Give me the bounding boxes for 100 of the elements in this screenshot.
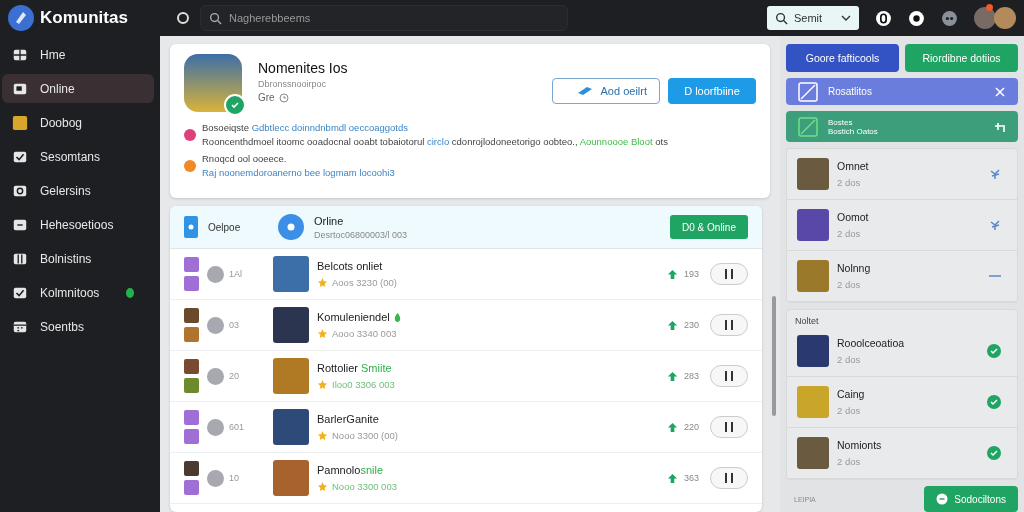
avatar-placeholder <box>273 409 309 445</box>
note-text: Rnoqcd ool ooeece. <box>202 153 288 164</box>
star-icon <box>317 277 328 288</box>
sidebar-item[interactable]: Kolmnitoos <box>2 278 154 307</box>
link[interactable]: Gdbtlecc doinndnbmdl oeccoaggotds <box>251 122 408 133</box>
thumbnail <box>184 276 199 291</box>
list-subtitle: Desrtoc06800003/l 003 <box>314 229 408 240</box>
clock-icon <box>278 92 289 103</box>
item-meta: 2 dos <box>837 228 862 239</box>
tab-label[interactable]: Oelpoe <box>208 221 268 233</box>
row-score: 220 <box>684 422 701 432</box>
check-icon[interactable] <box>987 395 1001 409</box>
item-meta: 2 dos <box>837 279 862 290</box>
card-label: Bostich Oatos <box>828 126 879 136</box>
sidebar-item[interactable]: Hehesoetioos <box>2 210 154 239</box>
user-icon <box>207 469 224 487</box>
star-icon <box>317 430 328 441</box>
filter-dropdown[interactable]: Semit <box>767 6 859 30</box>
section-title: Noltet <box>794 315 820 326</box>
pause-button[interactable] <box>710 263 748 285</box>
close-icon[interactable] <box>994 85 1006 98</box>
item-name: Nolnng <box>837 262 872 274</box>
avatar-placeholder <box>797 437 829 469</box>
sidebar-item[interactable]: Bolnistins <box>2 244 154 273</box>
pause-button[interactable] <box>710 416 748 438</box>
sidebar-item[interactable]: Gelersins <box>2 176 154 205</box>
link[interactable]: Raj noonemdoroanerno bee logmam locoohi3 <box>202 167 395 178</box>
avatar-placeholder <box>797 335 829 367</box>
arrow-icon <box>667 370 678 382</box>
target-icon[interactable] <box>908 9 925 27</box>
profile-subtitle: Dbronssnooirpoc <box>258 79 328 89</box>
sidebar-item[interactable]: Hme <box>2 40 154 69</box>
pause-button[interactable] <box>710 467 748 489</box>
row-meta: Nooo 3300 003 <box>332 481 397 492</box>
avatar-placeholder <box>273 358 309 394</box>
arrow-icon <box>667 472 678 484</box>
pause-icon <box>724 472 734 484</box>
thumbnail <box>184 410 199 425</box>
row-name: Pamnolosnile <box>317 464 384 476</box>
circle-icon[interactable] <box>875 9 892 27</box>
sidebar-item[interactable]: Doobog <box>2 108 154 137</box>
star-icon <box>317 481 328 492</box>
row-name: Rottolier Smiite <box>317 362 392 374</box>
arrow-icon <box>667 421 678 433</box>
row-meta: Aooo 3340 003 <box>332 328 397 339</box>
profile-meta: Gre <box>258 92 275 103</box>
list-title: Orline <box>314 214 345 227</box>
thumbnail <box>184 378 199 393</box>
pause-button[interactable] <box>710 314 748 336</box>
row-count: 601 <box>229 422 246 432</box>
list-item[interactable]: Nolnng 2 dos <box>787 251 1017 302</box>
row-name: Belcots onliet <box>317 260 383 272</box>
check-icon[interactable] <box>987 446 1001 460</box>
edit-icon <box>798 116 818 137</box>
pause-icon <box>724 268 734 280</box>
card-label: Bostes <box>828 117 854 127</box>
search-icon <box>209 12 222 25</box>
avatar-placeholder <box>797 260 829 292</box>
circle-icon[interactable] <box>176 11 190 25</box>
panel-card[interactable]: Rosatlitos <box>786 78 1018 106</box>
avatar[interactable] <box>974 7 996 29</box>
row-name: Komuleniendel <box>317 311 390 323</box>
avatar-placeholder <box>797 386 829 418</box>
pause-button[interactable] <box>710 365 748 387</box>
check-icon[interactable] <box>987 344 1001 358</box>
sidebar-item[interactable]: Soentbs <box>2 312 154 341</box>
list-item[interactable]: Rooolceoatioa 2 dos <box>787 326 1017 377</box>
avatar-placeholder <box>273 307 309 343</box>
avatar-placeholder <box>273 460 309 496</box>
item-name: Omnet <box>837 160 870 172</box>
arrow-icon <box>667 319 678 331</box>
list-item[interactable]: Nomionts 2 dos <box>787 428 1017 479</box>
search-field[interactable]: Nagherebbeems <box>200 5 568 31</box>
list-item[interactable]: Omnet 2 dos <box>787 149 1017 200</box>
link[interactable]: circlo <box>427 136 450 147</box>
row-score: 283 <box>684 371 701 381</box>
row-count: 10 <box>229 473 240 483</box>
avatar-placeholder <box>273 256 309 292</box>
sidebar-item[interactable]: Sesomtans <box>2 142 154 171</box>
logo-icon <box>8 5 34 31</box>
note-text: Rooncenthdmoel itoomc ooadocnal ooabt tobaiotorul circlo cdonrojlodoneetorigo oobteo., Aounnoooe Bloot ots <box>202 136 668 147</box>
profile-name: Nomenites Ios <box>258 60 348 76</box>
user-icon <box>207 367 224 385</box>
list-item[interactable]: Caing 2 dos <box>787 377 1017 428</box>
app-title: Komunitas <box>40 8 128 28</box>
item-meta: 2 dos <box>837 177 862 188</box>
user-icon <box>207 316 224 334</box>
star-icon <box>317 379 328 390</box>
list-item[interactable]: Oomot 2 dos <box>787 200 1017 251</box>
row-count: 20 <box>229 371 240 381</box>
search-icon <box>775 11 788 25</box>
panel-button[interactable]: Goore fafticools <box>786 44 899 72</box>
pause-icon <box>724 421 734 433</box>
star-icon <box>317 328 328 339</box>
avatar-placeholder <box>797 158 829 190</box>
chevron-icon <box>841 15 851 21</box>
avatar[interactable] <box>994 7 1016 29</box>
sidebar-item[interactable]: Online <box>2 74 154 103</box>
action-button[interactable]: Aod oeilrt <box>552 78 660 104</box>
item-meta: 2 dos <box>837 354 862 365</box>
